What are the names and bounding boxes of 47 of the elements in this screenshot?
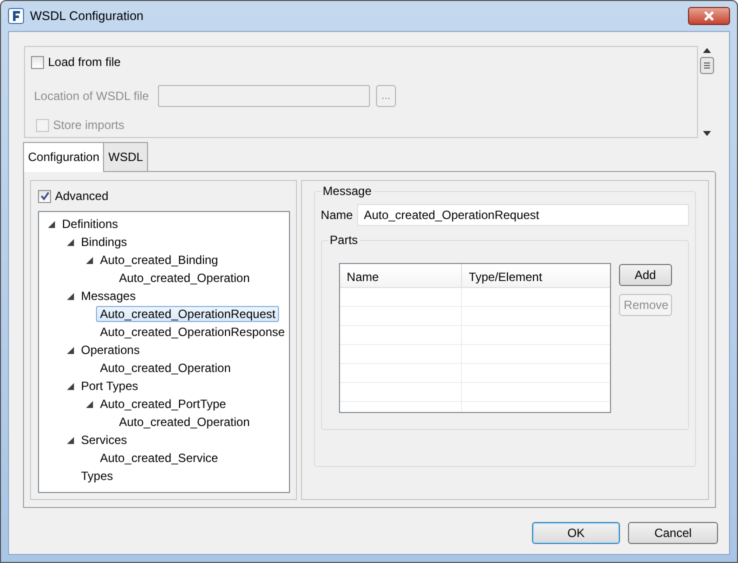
checkbox-label: Advanced bbox=[55, 188, 108, 205]
tree-item[interactable]: Services bbox=[77, 432, 132, 448]
group-label: Parts bbox=[328, 233, 360, 247]
window-title: WSDL Configuration bbox=[30, 8, 144, 25]
checkbox[interactable] bbox=[31, 56, 44, 68]
expanded-arrow-icon[interactable] bbox=[67, 382, 74, 390]
tree-item[interactable]: Operations bbox=[77, 342, 144, 358]
close-button[interactable] bbox=[688, 7, 730, 25]
expanded-arrow-icon[interactable] bbox=[67, 292, 74, 300]
scroll-up-icon[interactable] bbox=[702, 48, 710, 53]
button[interactable]: Cancel bbox=[628, 522, 718, 544]
checkbox-label: Store imports bbox=[53, 117, 124, 134]
field-label: Name bbox=[320, 207, 353, 224]
app-logo-icon bbox=[8, 8, 24, 24]
tree-item[interactable]: Auto_created_OperationResponse bbox=[96, 324, 289, 340]
tree-item[interactable]: Port Types bbox=[77, 378, 142, 394]
column-header: Type/Element bbox=[468, 269, 544, 286]
expanded-arrow-icon[interactable] bbox=[67, 346, 74, 354]
checkbox-label: Load from file bbox=[48, 54, 121, 71]
expanded-arrow-icon[interactable] bbox=[86, 256, 93, 264]
tab[interactable]: WSDL bbox=[103, 142, 148, 171]
tree-item[interactable]: Definitions bbox=[58, 216, 122, 232]
button[interactable]: Add bbox=[618, 264, 672, 286]
checkbox[interactable] bbox=[38, 190, 51, 202]
expanded-arrow-icon[interactable] bbox=[48, 220, 55, 228]
field-label: Location of WSDL file bbox=[34, 88, 150, 105]
scroll-thumb[interactable] bbox=[700, 57, 714, 74]
tree-item[interactable]: Bindings bbox=[77, 234, 132, 250]
tree-item[interactable]: Messages bbox=[77, 288, 140, 304]
expanded-arrow-icon[interactable] bbox=[67, 238, 74, 246]
tree-item[interactable]: Auto_created_Operation bbox=[115, 270, 254, 286]
group-label: Message bbox=[320, 184, 374, 198]
tree-item[interactable]: Auto_created_Service bbox=[96, 450, 222, 466]
tree-item[interactable]: Auto_created_PortType bbox=[96, 396, 230, 412]
tree-item[interactable]: Auto_created_Operation bbox=[115, 414, 254, 430]
name-field[interactable]: Auto_created_OperationRequest bbox=[356, 204, 689, 226]
close-icon bbox=[703, 11, 715, 21]
tab[interactable]: Configuration bbox=[23, 142, 104, 172]
column-header: Name bbox=[340, 264, 462, 287]
tree-item[interactable]: Auto_created_OperationRequest bbox=[96, 306, 280, 322]
button[interactable]: OK bbox=[532, 522, 620, 544]
tree-item[interactable]: Auto_created_Binding bbox=[96, 252, 222, 268]
expanded-arrow-icon[interactable] bbox=[67, 436, 74, 444]
scroll-down-icon[interactable] bbox=[702, 131, 710, 136]
expanded-arrow-icon[interactable] bbox=[86, 400, 93, 408]
tree-item[interactable]: Types bbox=[77, 468, 118, 484]
tree-item[interactable]: Auto_created_Operation bbox=[96, 360, 235, 376]
